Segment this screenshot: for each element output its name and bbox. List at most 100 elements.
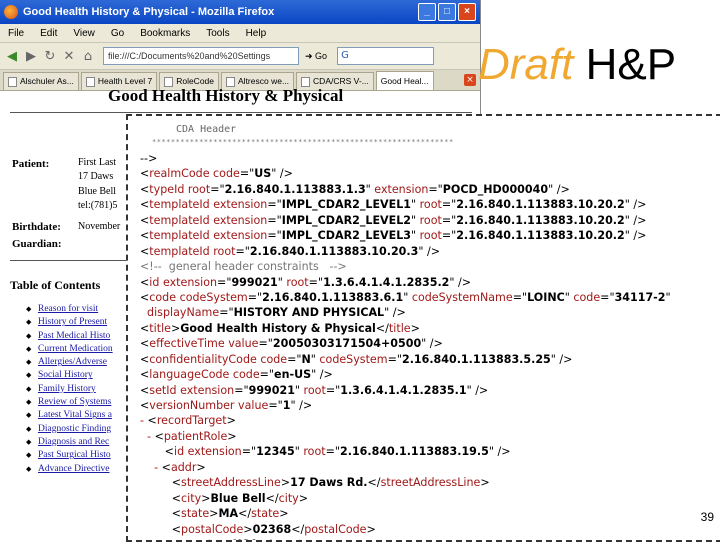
toc-link[interactable]: Review of Systems <box>38 397 111 407</box>
xml-token: Good Health History & Physical <box>180 321 376 335</box>
xml-token: --> <box>140 152 158 165</box>
firefox-icon <box>4 5 18 19</box>
toc-link[interactable]: Latest Vital Signs a <box>38 410 112 420</box>
xml-token: =" <box>234 383 249 397</box>
menu-help[interactable]: Help <box>238 28 275 39</box>
xml-code-lines: --> <realmCode code="US" /> <typeId root="… <box>140 151 671 540</box>
menu-bookmarks[interactable]: Bookmarks <box>132 28 198 39</box>
xml-token: 12345 <box>256 445 295 459</box>
menu-go[interactable]: Go <box>103 28 132 39</box>
xml-line: <code codeSystem="2.16.840.1.113883.6.1"… <box>140 290 671 305</box>
forward-arrow-icon[interactable]: ▶ <box>24 49 38 64</box>
address-bar[interactable]: file:///C:/Documents%20and%20Settings <box>103 47 299 65</box>
xml-token: POCD_HD000040 <box>442 182 549 196</box>
xml-token: id <box>149 275 160 289</box>
xml-token: " /> <box>290 399 313 412</box>
xml-token: =" <box>247 290 263 304</box>
xml-token: =" <box>258 337 273 351</box>
toc-link[interactable]: History of Present <box>38 317 107 327</box>
xml-token: > <box>279 507 289 521</box>
xml-token: < <box>140 275 150 289</box>
menu-edit[interactable]: Edit <box>32 28 65 39</box>
xml-token: displayName <box>140 306 220 320</box>
minimize-button[interactable]: _ <box>418 3 436 21</box>
menu-tools[interactable]: Tools <box>198 28 237 39</box>
xml-token: </ <box>291 522 305 536</box>
xml-token: title <box>388 321 411 335</box>
toc-link[interactable]: Past Medical Histo <box>38 331 110 341</box>
xml-line: <id extension="12345" root="2.16.840.1.1… <box>140 444 671 459</box>
toc-item[interactable]: Reason for visit <box>26 303 113 316</box>
xml-token: title <box>149 321 171 335</box>
toc-item[interactable]: Advance Directive <box>26 463 113 476</box>
xml-token: extension <box>176 383 235 397</box>
xml-token: 17 Daws Rd. <box>290 476 368 490</box>
toc-item[interactable]: Latest Vital Signs a <box>26 409 113 422</box>
menu-file[interactable]: File <box>0 28 32 39</box>
window-title: Good Health History & Physical - Mozilla… <box>23 6 275 18</box>
xml-token[interactable]: - <box>140 430 155 443</box>
xml-line: - <recordTarget> <box>140 413 671 428</box>
xml-token[interactable]: - <box>140 414 148 427</box>
toc-link[interactable]: Advance Directive <box>38 464 109 474</box>
go-button[interactable]: ➜ Go <box>305 51 327 62</box>
tab-alschuler[interactable]: Alschuler As... <box>3 72 79 90</box>
xml-token: < <box>140 491 182 505</box>
toc-item[interactable]: Diagnosis and Rec <box>26 436 113 449</box>
reload-icon[interactable]: ↻ <box>43 49 57 64</box>
toc-item[interactable]: Current Medication <box>26 343 113 356</box>
toc-item[interactable]: Review of Systems <box>26 396 113 409</box>
xml-line: <streetAddressLine>17 Daws Rd.</streetAd… <box>140 475 671 490</box>
xml-token: effectiveTime <box>149 337 225 351</box>
toc-link[interactable]: Allergies/Adverse <box>38 357 107 367</box>
close-tab-icon[interactable]: × <box>464 74 476 86</box>
xml-token: setId <box>149 383 177 397</box>
toc-link[interactable]: Diagnostic Finding <box>38 424 111 434</box>
toc-item[interactable]: Social History <box>26 369 113 382</box>
xml-token: templateId <box>149 229 210 243</box>
xml-line: <setId extension="999021" root="1.3.6.4.… <box>140 383 671 398</box>
xml-token: codeSystem <box>176 290 248 304</box>
toc-item[interactable]: History of Present <box>26 316 113 329</box>
xml-token: " /> <box>624 213 647 227</box>
patient-label: Patient: <box>12 158 50 170</box>
xml-token: root <box>416 213 442 227</box>
toc-link[interactable]: Current Medication <box>38 344 113 354</box>
xml-token: " /> <box>449 275 472 289</box>
toc-item[interactable]: Past Surgical Histo <box>26 449 113 462</box>
toc-item[interactable]: Family History <box>26 383 113 396</box>
xml-line: <confidentialityCode code="N" codeSystem… <box>140 352 671 367</box>
menu-view[interactable]: View <box>65 28 103 39</box>
xml-token: < <box>140 337 150 351</box>
xml-token: =" <box>239 167 255 181</box>
xml-token: =" <box>287 352 302 366</box>
xml-token: extension <box>209 198 268 212</box>
tab-good-health[interactable]: Good Heal... <box>375 71 434 90</box>
toc-link[interactable]: Social History <box>38 370 93 380</box>
back-arrow-icon[interactable]: ◀ <box>5 49 19 64</box>
toc-link[interactable]: Family History <box>38 384 96 394</box>
stop-icon[interactable]: ✕ <box>62 49 76 64</box>
toc-item[interactable]: Diagnostic Finding <box>26 423 113 436</box>
xml-token[interactable]: - <box>140 461 162 474</box>
toc-link[interactable]: Reason for visit <box>38 304 98 314</box>
xml-token: root <box>299 445 326 459</box>
home-icon[interactable]: ⌂ <box>81 49 95 64</box>
xml-token: Blue Bell <box>210 491 266 505</box>
toc-link[interactable]: Diagnosis and Rec <box>38 437 109 447</box>
patient-line: 17 Daws <box>78 171 114 182</box>
toc-item[interactable]: Past Medical Histo <box>26 330 113 343</box>
toc-item[interactable]: Allergies/Adverse <box>26 356 113 369</box>
xml-line: <templateId extension="IMPL_CDAR2_LEVEL2… <box>140 213 671 228</box>
page-icon <box>8 76 17 87</box>
toc-link[interactable]: Past Surgical Histo <box>38 450 111 460</box>
xml-token: > <box>280 476 291 490</box>
search-input[interactable]: G <box>337 47 435 65</box>
xml-token: > <box>366 522 376 536</box>
close-button[interactable]: × <box>458 3 476 21</box>
xml-token: root <box>300 383 326 397</box>
maximize-button[interactable]: □ <box>438 3 456 21</box>
xml-token: < <box>147 414 157 428</box>
xml-token: " /> <box>421 337 443 351</box>
xml-token: " /> <box>271 167 293 181</box>
